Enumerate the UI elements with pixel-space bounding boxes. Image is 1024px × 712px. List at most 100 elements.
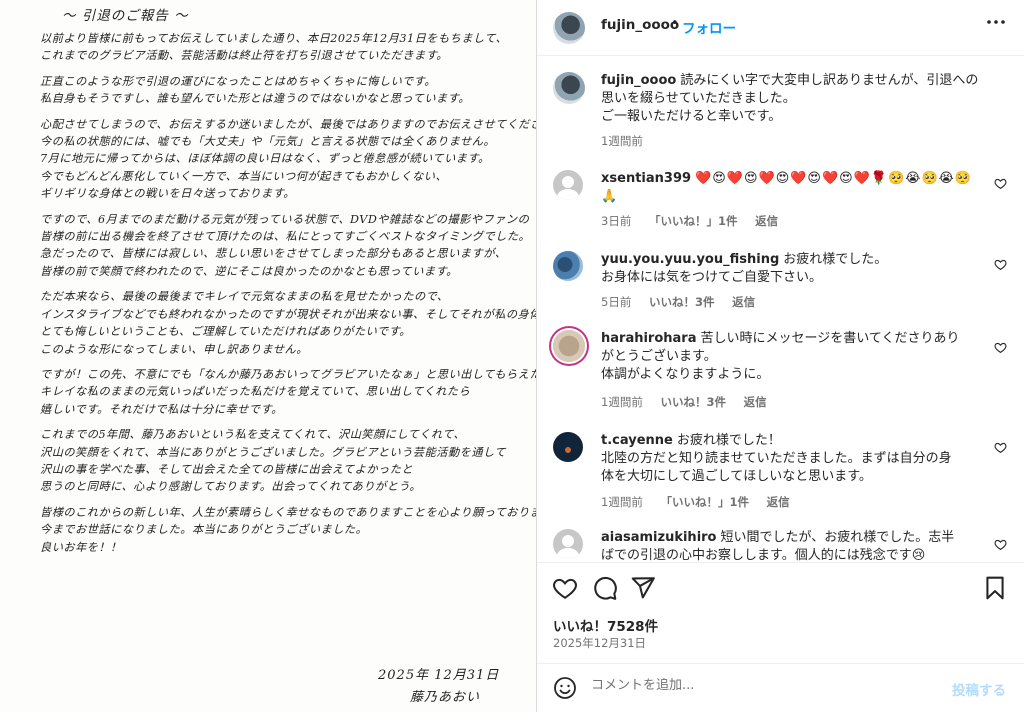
reply-button[interactable]: 返信	[744, 395, 767, 409]
like-comment-icon[interactable]	[994, 538, 1008, 552]
comment-username[interactable]: xsentian399	[601, 171, 691, 186]
comment-body: お疲れ様でした！	[676, 433, 781, 448]
letter-line: 皆様の前で笑顔で終われたので、逆にそこは良かったのかなとも思っています。	[40, 264, 458, 278]
letter-line: このような形になってしまい、申し訳ありません。	[40, 342, 308, 356]
letter-image: 〜 引退のご報告 〜 以前より皆様に前もってお伝えしていました通り、本日2025…	[0, 0, 536, 712]
letter-paragraph: ですので、6月までのまだ動ける元気が残っている状態で、DVDや雑誌などの撮影やフ…	[40, 211, 530, 281]
comment-text: aiasamizukihiro 短い間でしたが、お疲れ様でした。志半ばでの引退の心…	[601, 529, 961, 562]
letter-line: 良いお年を！！	[40, 540, 122, 554]
instagram-post-view: 〜 引退のご報告 〜 以前より皆様に前もってお伝えしていました通り、本日2025…	[0, 0, 1024, 712]
comment-likes[interactable]: いいね！3件	[660, 395, 726, 409]
comment-time[interactable]: 5日前	[601, 295, 631, 309]
post-comment-button[interactable]: 投稿する	[952, 679, 1006, 699]
avatar[interactable]	[553, 529, 583, 559]
avatar[interactable]	[553, 251, 583, 281]
comment-username[interactable]: t.cayenne	[601, 433, 673, 448]
like-count[interactable]: いいね！7528件	[553, 615, 658, 635]
letter-line: キレイな私のままの元気いっぱいだった私だけを覚えていて、思い出してくれたら	[40, 385, 471, 399]
letter-line: 正直このような形で引退の運びになったことはめちゃくちゃに悔しいです。	[40, 74, 436, 88]
letter-paragraph: 正直このような形で引退の運びになったことはめちゃくちゃに悔しいです。私自身もそう…	[40, 73, 530, 108]
comment-meta: 1週間前 いいね！3件 返信	[601, 394, 781, 410]
letter-line: ですが！この先、不意にでも「なんか藤乃あおいってグラビアいたなぁ」と思い出しても…	[40, 367, 536, 381]
comment-input[interactable]	[591, 678, 921, 693]
comment-meta: 1週間前 「いいね！」1件 返信	[601, 494, 804, 510]
avatar[interactable]	[553, 170, 583, 200]
post-header: fujin_oooo • フォロー	[537, 0, 1024, 56]
comment-likes[interactable]: 「いいね！」1件	[660, 495, 749, 509]
comment-meta: 3日前 「いいね！」1件 返信	[601, 213, 792, 229]
caption-username[interactable]: fujin_oooo	[601, 73, 676, 88]
letter-signature: 藤乃あおい	[410, 690, 481, 705]
comment-meta: 5日前 いいね！3件 返信	[601, 294, 769, 310]
header-dot: •	[671, 16, 679, 31]
caption-text: fujin_oooo 読みにくい字で大変申し訳ありませんが、引退への思いを綴らせて…	[601, 72, 991, 126]
header-username[interactable]: fujin_oooo	[601, 17, 679, 33]
letter-paragraph: ただ本来なら、最後の最後までキレイで元気なままの私を見せたかったので、インスタラ…	[40, 288, 536, 358]
like-heart-icon[interactable]	[552, 575, 578, 601]
comment-likes[interactable]: 「いいね！」1件	[649, 214, 738, 228]
caption-time[interactable]: 1週間前	[601, 134, 643, 148]
comment-username[interactable]: harahirohara	[601, 331, 696, 346]
like-comment-icon[interactable]	[994, 341, 1008, 355]
letter-line: ギリギリな身体との戦いを日々送っております。	[40, 187, 295, 201]
more-options-icon[interactable]	[986, 12, 1006, 37]
comment-bar: 投稿する	[537, 663, 1024, 712]
letter-text: 〜 引退のご報告 〜 以前より皆様に前もってお伝えしていました通り、本日2025…	[40, 4, 536, 564]
comment-text: yuu.you.yuu.you_fishing お疲れ様でした。 お身体には気をつ…	[601, 251, 981, 287]
comment-time[interactable]: 1週間前	[601, 395, 643, 409]
comment-username[interactable]: aiasamizukihiro	[601, 530, 717, 545]
comment-body-2: 体調がよくなりますように。	[601, 367, 770, 382]
letter-line: 沢山の笑顔をくれて、本当にありがとうございました。グラビアという芸能活動を通して	[40, 445, 507, 459]
letter-line: 今の私の状態的には、嘘でも「大丈夫」や「元気」と言える状態では全くありません。	[40, 135, 496, 149]
avatar[interactable]	[553, 72, 585, 104]
letter-line: 皆様のこれからの新しい年、人生が素晴らしく幸せなものでありますことを心より願って…	[40, 505, 536, 519]
comment-username[interactable]: yuu.you.yuu.you_fishing	[601, 252, 779, 267]
comment-text: t.cayenne お疲れ様でした！ 北陸の方だと知り読ませていただきました。まず…	[601, 432, 961, 486]
letter-title: 〜 引退のご報告 〜	[62, 8, 189, 24]
letter-line: 心配させてしまうので、お伝えするか迷いましたが、最後ではありますのでお伝えさせて…	[40, 117, 536, 131]
post-actions: いいね！7528件 2025年12月31日 投稿する	[537, 562, 1024, 712]
letter-paragraph: 心配させてしまうので、お伝えするか迷いましたが、最後ではありますのでお伝えさせて…	[40, 116, 536, 203]
like-comment-icon[interactable]	[994, 258, 1008, 272]
avatar[interactable]	[553, 432, 583, 462]
letter-line: これまでの5年間、藤乃あおいという私を支えてくれて、沢山笑顔にしてくれて、	[40, 428, 466, 442]
reply-button[interactable]: 返信	[755, 214, 778, 228]
letter-line: 思うのと同時に、心より感謝しております。出会ってくれてありがとう。	[40, 480, 422, 494]
letter-line: ただ本来なら、最後の最後までキレイで元気なままの私を見せたかったので、	[40, 290, 449, 304]
share-paper-plane-icon[interactable]	[630, 575, 656, 601]
comment-likes[interactable]: いいね！3件	[649, 295, 715, 309]
comment-time[interactable]: 3日前	[601, 214, 631, 228]
letter-line: 皆様の前に出る機会を終了させて頂けたのは、私にとってすごくベストなタイミングでし…	[40, 230, 531, 244]
letter-line: 嬉しいです。それだけで私は十分に幸せです。	[40, 402, 283, 416]
letter-line: ですので、6月までのまだ動ける元気が残っている状態で、DVDや雑誌などの撮影やフ…	[40, 212, 530, 226]
comment-text: xsentian399 ❤️😍❤️😍❤️😍❤️😍❤️😍❤️🌹🥺😭🥺😭🥺🙏	[601, 170, 981, 206]
letter-line: インスタライブなどでも終われなかったのですが現状それが出来ない事、そしてそれが私…	[40, 307, 536, 321]
comment-body-2: お身体には気をつけてご自愛下さい。	[601, 270, 823, 285]
letter-paragraph: これまでの5年間、藤乃あおいという私を支えてくれて、沢山笑顔にしてくれて、沢山の…	[40, 426, 530, 496]
avatar[interactable]	[553, 12, 585, 44]
comment-text: harahirohara 苦しい時にメッセージを書いてくださりありがとうございます…	[601, 330, 961, 384]
like-comment-icon[interactable]	[994, 177, 1008, 191]
post-panel: fujin_oooo • フォロー fujin_oooo 読みにくい字で大変申し訳…	[537, 0, 1024, 712]
letter-paragraph: 以前より皆様に前もってお伝えしていました通り、本日2025年12月31日をもちま…	[40, 30, 530, 65]
letter-line: これまでのグラビア活動、芸能活動は終止符を打ち引退させていただきます。	[40, 49, 448, 63]
letter-line: 私自身もそうですし、誰も望んでいた形とは違うのではないかなと思っています。	[40, 92, 470, 106]
comments-list[interactable]: fujin_oooo 読みにくい字で大変申し訳ありませんが、引退への思いを綴らせて…	[537, 57, 1024, 562]
bookmark-icon[interactable]	[982, 575, 1008, 601]
letter-date: 2025年 12月31日	[378, 668, 500, 683]
emoji-icon[interactable]	[553, 676, 577, 700]
like-comment-icon[interactable]	[994, 441, 1008, 455]
reply-button[interactable]: 返信	[767, 495, 790, 509]
follow-button[interactable]: フォロー	[682, 17, 736, 37]
avatar[interactable]	[553, 330, 585, 362]
comment-body-2: 北陸の方だと知り読ませていただきました。まずは自分の身体を大切にして過ごしてほし…	[601, 451, 952, 484]
letter-line: 7月に地元に帰ってからは、ほぼ体調の良い日はなく、ずっと倦怠感が続いています。	[40, 152, 490, 166]
reply-button[interactable]: 返信	[732, 295, 755, 309]
letter-line: とても悔しいということも、ご理解していただければありがたいです。	[40, 325, 411, 339]
post-date[interactable]: 2025年12月31日	[553, 635, 646, 651]
letter-line: 以前より皆様に前もってお伝えしていました通り、本日2025年12月31日をもちま…	[40, 32, 508, 45]
letter-paragraphs: 以前より皆様に前もってお伝えしていました通り、本日2025年12月31日をもちま…	[40, 30, 536, 556]
comment-time[interactable]: 1週間前	[601, 495, 643, 509]
letter-paragraph: ですが！この先、不意にでも「なんか藤乃あおいってグラビアいたなぁ」と思い出しても…	[40, 366, 536, 418]
comment-bubble-icon[interactable]	[592, 575, 618, 601]
